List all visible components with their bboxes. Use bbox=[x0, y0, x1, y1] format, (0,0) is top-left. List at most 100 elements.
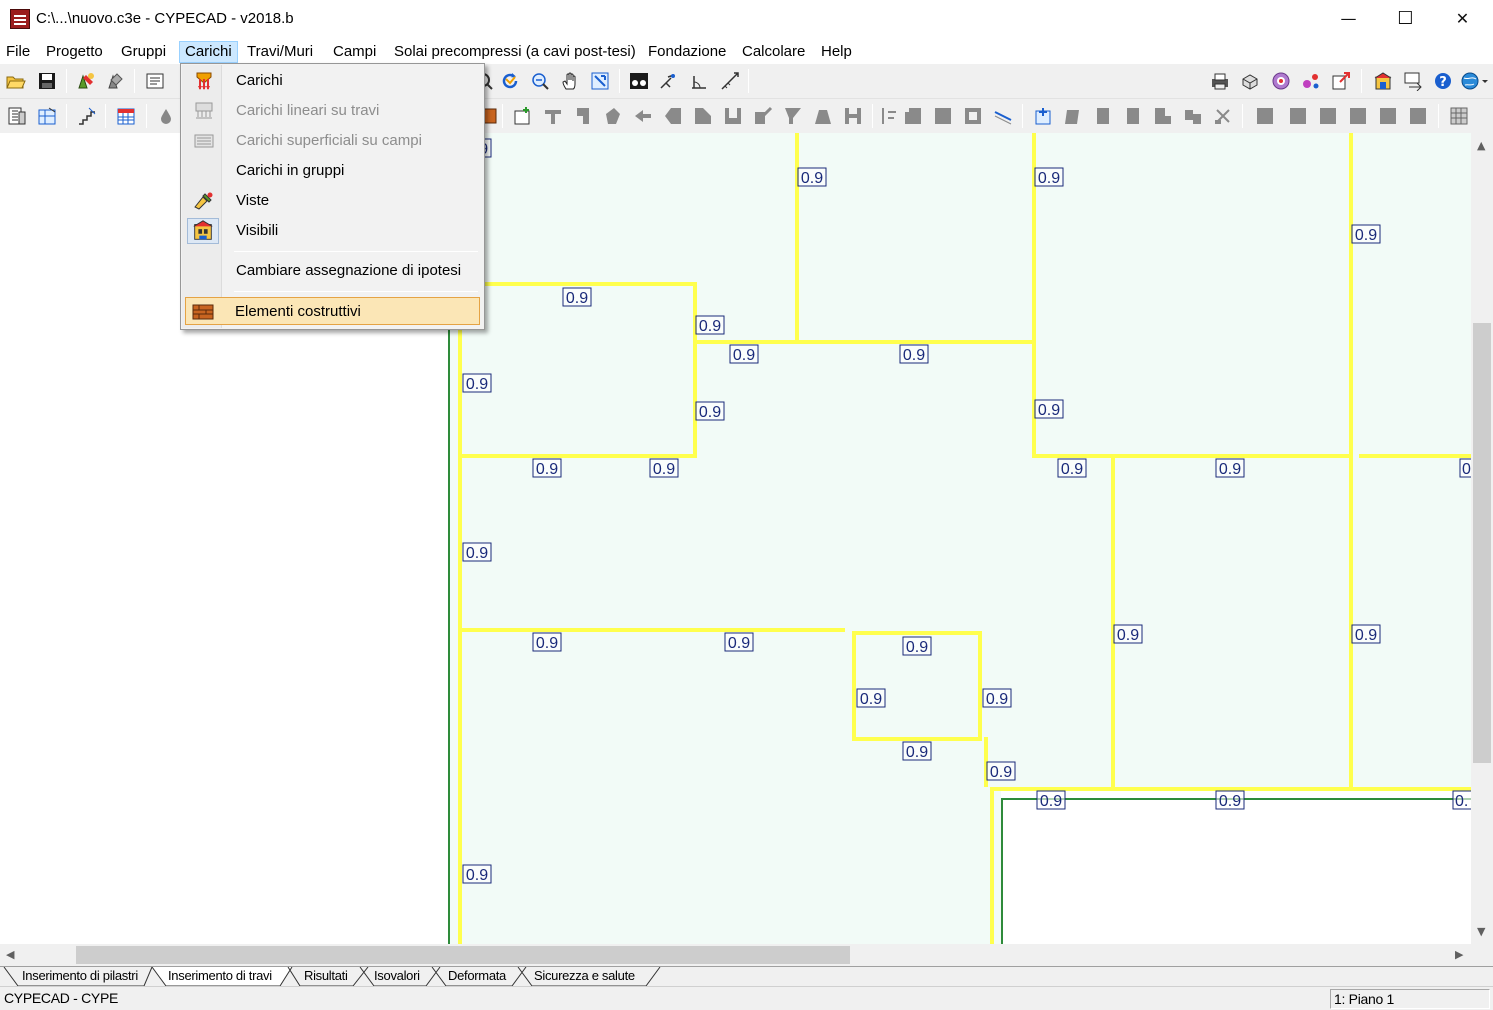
beam-label[interactable]: 0.9 bbox=[1219, 461, 1241, 478]
tab-sicurezza-salute[interactable]: Sicurezza e salute bbox=[534, 968, 635, 983]
beam-label[interactable]: 0.9 bbox=[699, 318, 721, 335]
beam-tool-24-icon[interactable] bbox=[1255, 106, 1275, 126]
minimize-button[interactable]: — bbox=[1320, 0, 1377, 38]
building-settings-icon[interactable] bbox=[1373, 71, 1393, 91]
menu-item-carichi[interactable]: Carichi bbox=[183, 67, 482, 95]
save-icon[interactable] bbox=[37, 71, 57, 91]
beam-tool-4-icon[interactable] bbox=[633, 106, 653, 126]
menu-file[interactable]: File bbox=[1, 41, 35, 63]
beam-label[interactable]: 0.9 bbox=[906, 639, 928, 656]
floor-plan-icon[interactable] bbox=[37, 106, 57, 126]
cypecad-app-icon[interactable] bbox=[10, 9, 30, 29]
beam-tool-21-icon[interactable] bbox=[1153, 106, 1173, 126]
beam-label[interactable]: 0.9 bbox=[1117, 627, 1139, 644]
zoom-extents-icon[interactable] bbox=[590, 71, 610, 91]
report-icon[interactable] bbox=[145, 71, 165, 91]
pan-hand-icon[interactable] bbox=[560, 71, 580, 91]
beam-label[interactable]: 0.9 bbox=[536, 635, 558, 652]
beam-tool-5-icon[interactable] bbox=[663, 106, 683, 126]
beam-tool-12-icon[interactable] bbox=[880, 106, 900, 126]
beam-tool-18-icon[interactable] bbox=[1063, 106, 1083, 126]
molecule-icon[interactable] bbox=[1301, 71, 1321, 91]
beam-tool-6-icon[interactable] bbox=[693, 106, 713, 126]
open-folder-icon[interactable] bbox=[6, 71, 26, 91]
refresh-view-icon[interactable] bbox=[500, 71, 520, 91]
beam-tool-27-icon[interactable] bbox=[1348, 106, 1368, 126]
beam-tool-2-icon[interactable] bbox=[573, 106, 593, 126]
menu-fondazione[interactable]: Fondazione bbox=[643, 41, 731, 63]
beam-tool-10-icon[interactable] bbox=[813, 106, 833, 126]
grid-table-icon[interactable] bbox=[1449, 106, 1469, 126]
menu-calcolare[interactable]: Calcolare bbox=[737, 41, 810, 63]
menu-item-cambiare-assegnazione[interactable]: Cambiare assegnazione di ipotesi bbox=[183, 257, 482, 285]
menu-item-elementi-costruttivi[interactable]: Elementi costruttivi bbox=[185, 297, 480, 325]
beam-label[interactable]: 0.9 bbox=[536, 461, 558, 478]
edit-element-icon[interactable] bbox=[76, 71, 96, 91]
tab-isovalori[interactable]: Isovalori bbox=[374, 968, 420, 983]
beam-tool-3-icon[interactable] bbox=[603, 106, 623, 126]
beam-label[interactable]: 0.9 bbox=[1038, 170, 1060, 187]
menu-carichi[interactable]: Carichi bbox=[179, 41, 238, 63]
measure-icon[interactable] bbox=[720, 71, 740, 91]
stairs-icon[interactable] bbox=[77, 106, 97, 126]
coordinate-axes-icon[interactable] bbox=[658, 71, 678, 91]
beam-label[interactable]: 0.9 bbox=[466, 545, 488, 562]
beam-tool-26-icon[interactable] bbox=[1318, 106, 1338, 126]
binoculars-icon[interactable] bbox=[629, 71, 649, 91]
color-wheel-icon[interactable] bbox=[1271, 71, 1291, 91]
beam-label[interactable]: 0.9 bbox=[1061, 461, 1083, 478]
beam-tool-15-icon[interactable] bbox=[963, 106, 983, 126]
horizontal-scrollbar[interactable]: ◀ ▶ bbox=[0, 944, 1471, 966]
beam-label[interactable]: 0.9 bbox=[1355, 627, 1377, 644]
beam-label[interactable]: 0.9 bbox=[986, 691, 1008, 708]
beam-label[interactable]: 0. bbox=[1455, 793, 1468, 810]
web-globe-icon[interactable] bbox=[1460, 71, 1488, 91]
scroll-up-arrow-icon[interactable]: ▲ bbox=[1477, 139, 1485, 152]
vertical-scroll-thumb[interactable] bbox=[1473, 323, 1491, 763]
beam-tool-14-icon[interactable] bbox=[933, 106, 953, 126]
beam-label[interactable]: 0.9 bbox=[1355, 227, 1377, 244]
beam-tool-13-icon[interactable] bbox=[903, 106, 923, 126]
beam-tool-23-icon[interactable] bbox=[1213, 106, 1233, 126]
zoom-previous-icon[interactable] bbox=[530, 71, 550, 91]
beam-tool-8-icon[interactable] bbox=[753, 106, 773, 126]
menu-travi-muri[interactable]: Travi/Muri bbox=[242, 41, 318, 63]
beam-label[interactable]: 0.9 bbox=[860, 691, 882, 708]
beam-label[interactable]: 0.9 bbox=[733, 347, 755, 364]
maximize-button[interactable]: ☐ bbox=[1377, 0, 1434, 38]
beam-label[interactable]: 0.9 bbox=[903, 347, 925, 364]
beam-tool-11-icon[interactable] bbox=[843, 106, 863, 126]
menu-item-carichi-gruppi[interactable]: Carichi in gruppi bbox=[183, 157, 482, 185]
beam-tool-22-icon[interactable] bbox=[1183, 106, 1203, 126]
beam-label[interactable]: 0.9 bbox=[1040, 793, 1062, 810]
beam-tool-17-icon[interactable] bbox=[1033, 106, 1053, 126]
floor-groups-icon[interactable] bbox=[7, 106, 27, 126]
vertical-scrollbar[interactable]: ▲ ▼ bbox=[1471, 133, 1493, 944]
beam-label[interactable]: 0.9 bbox=[466, 867, 488, 884]
beam-tool-25-icon[interactable] bbox=[1288, 106, 1308, 126]
external-link-icon[interactable] bbox=[1331, 71, 1351, 91]
beam-label[interactable]: 0. bbox=[1462, 461, 1471, 478]
beam-tool-19-icon[interactable] bbox=[1093, 106, 1113, 126]
beam-tool-28-icon[interactable] bbox=[1378, 106, 1398, 126]
menu-help[interactable]: Help bbox=[816, 41, 857, 63]
horizontal-scroll-thumb[interactable] bbox=[76, 946, 850, 964]
angle-icon[interactable] bbox=[689, 71, 709, 91]
menu-item-visibili[interactable]: Visibili bbox=[183, 217, 482, 245]
beam-label[interactable]: 0.9 bbox=[906, 744, 928, 761]
menu-solai-precompressi[interactable]: Solai precompressi (a cavi post-tesi) bbox=[389, 41, 641, 63]
menu-campi[interactable]: Campi bbox=[328, 41, 381, 63]
scroll-right-arrow-icon[interactable]: ▶ bbox=[1455, 948, 1463, 961]
beam-tool-7-icon[interactable] bbox=[723, 106, 743, 126]
menu-progetto[interactable]: Progetto bbox=[41, 41, 108, 63]
calendar-grid-icon[interactable] bbox=[116, 106, 136, 126]
new-beam-icon[interactable] bbox=[512, 106, 532, 126]
menu-gruppi[interactable]: Gruppi bbox=[116, 41, 171, 63]
scroll-down-arrow-icon[interactable]: ▼ bbox=[1477, 925, 1485, 938]
beam-tool-16-icon[interactable] bbox=[993, 106, 1013, 126]
beam-label[interactable]: 0.9 bbox=[1038, 402, 1060, 419]
window-arrange-icon[interactable] bbox=[1403, 71, 1423, 91]
close-button[interactable]: ✕ bbox=[1434, 0, 1491, 38]
beam-label[interactable]: 0.9 bbox=[699, 404, 721, 421]
help-icon[interactable]: ? bbox=[1433, 71, 1453, 91]
